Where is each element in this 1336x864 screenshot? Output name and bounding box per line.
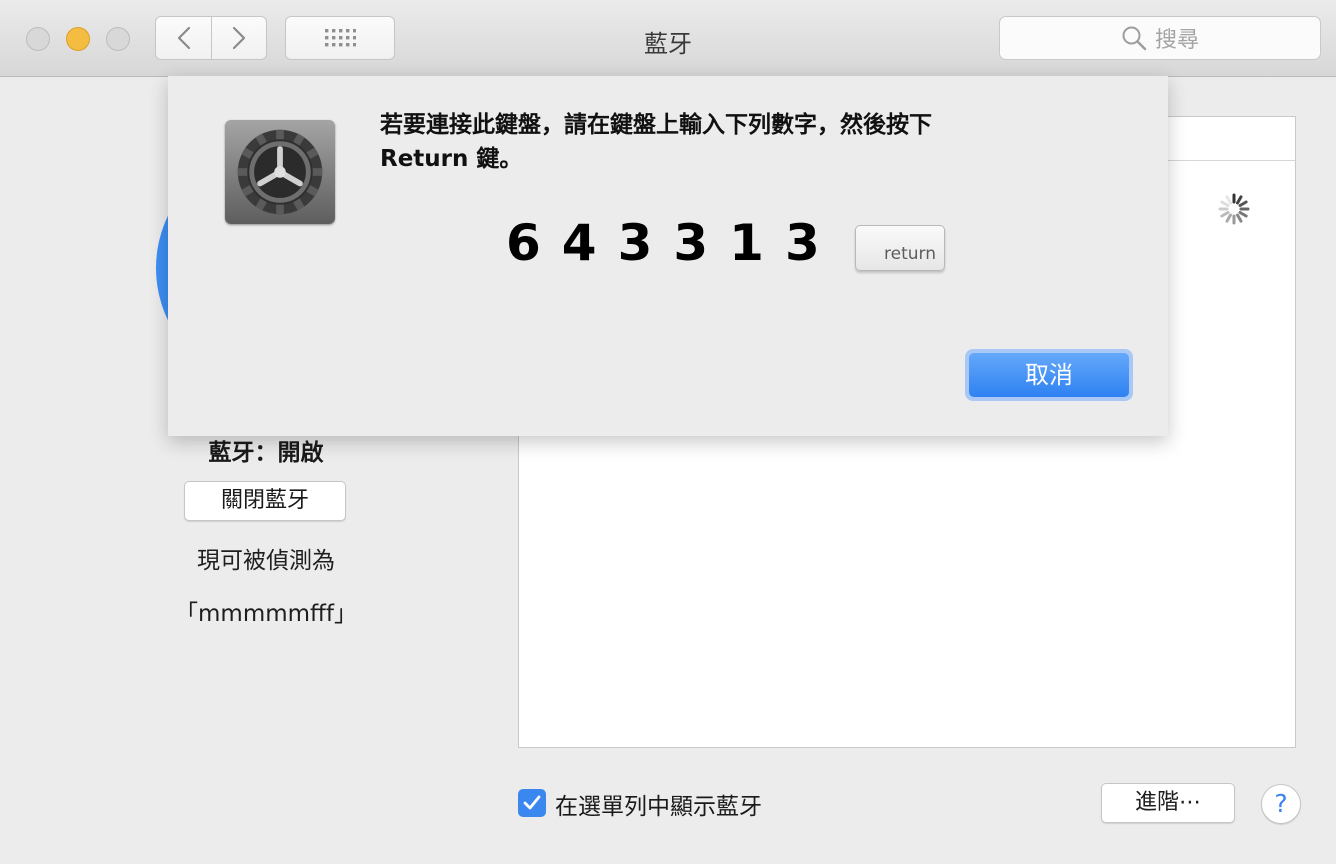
window-toolbar: 藍牙 搜尋 xyxy=(0,0,1336,77)
search-field[interactable]: 搜尋 xyxy=(999,16,1321,60)
pairing-passkey: 643313 xyxy=(506,214,841,272)
advanced-button[interactable]: 進階⋯ xyxy=(1101,783,1235,823)
loading-spinner-icon xyxy=(1218,193,1250,225)
checkmark-icon xyxy=(523,795,541,810)
return-key-graphic: return xyxy=(855,225,945,271)
turn-bluetooth-off-button[interactable]: 關閉藍牙 xyxy=(184,481,346,521)
show-all-button[interactable] xyxy=(285,16,395,60)
device-name-label: 「mmmmmfff」 xyxy=(175,601,357,627)
discoverable-label: 現可被偵測為 xyxy=(197,548,335,574)
system-preferences-gear-icon xyxy=(237,129,323,215)
pairing-instructions-line2: Return 鍵。 xyxy=(380,146,523,172)
bluetooth-status-label: 藍牙：開啟 xyxy=(208,440,324,466)
search-icon xyxy=(1122,26,1147,51)
show-in-menubar-label[interactable]: 在選單列中顯示藍牙 xyxy=(555,787,762,821)
back-button[interactable] xyxy=(156,17,211,59)
close-window-button[interactable] xyxy=(26,27,50,51)
show-all-grid-icon xyxy=(325,29,356,47)
pairing-instructions: 若要連接此鍵盤，請在鍵盤上輸入下列數字，然後按下 Return 鍵。 xyxy=(380,108,1040,176)
back-arrow-icon xyxy=(177,26,190,50)
show-in-menubar-checkbox[interactable] xyxy=(518,789,546,817)
zoom-window-button[interactable] xyxy=(106,27,130,51)
minimize-window-button[interactable] xyxy=(66,27,90,51)
keyboard-pairing-sheet: 若要連接此鍵盤，請在鍵盤上輸入下列數字，然後按下 Return 鍵。 64331… xyxy=(168,76,1168,436)
search-placeholder: 搜尋 xyxy=(1154,28,1199,53)
navigation-buttons xyxy=(155,16,267,60)
pairing-instructions-line1: 若要連接此鍵盤，請在鍵盤上輸入下列數字，然後按下 xyxy=(380,112,932,138)
nav-divider xyxy=(211,17,212,59)
window-title: 藍牙 xyxy=(644,30,692,58)
forward-arrow-icon xyxy=(232,26,245,50)
cancel-button[interactable]: 取消 xyxy=(965,349,1133,401)
forward-button[interactable] xyxy=(211,17,266,59)
help-button[interactable]: ? xyxy=(1261,784,1301,824)
system-preferences-icon xyxy=(225,120,335,224)
cancel-button-label[interactable]: 取消 xyxy=(969,353,1129,397)
